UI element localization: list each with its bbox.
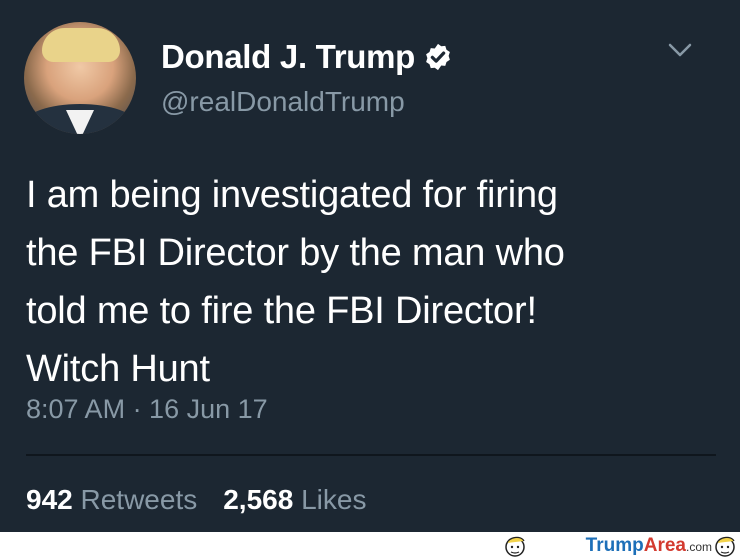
name-row: Donald J. Trump <box>161 38 453 76</box>
tweet-text-line: I am being investigated for firing <box>26 174 558 216</box>
likes-stat[interactable]: 2,568 Likes <box>223 484 366 515</box>
retweets-stat[interactable]: 942 Retweets <box>26 484 197 515</box>
tweet-timestamp[interactable]: 8:07 AM · 16 Jun 17 <box>26 394 268 425</box>
watermark-logo: Trump Area .com <box>586 535 712 557</box>
tweet-text-line: the FBI Director by the man who <box>26 232 565 274</box>
likes-label: Likes <box>301 484 367 515</box>
retweets-label: Retweets <box>80 484 198 515</box>
display-name[interactable]: Donald J. Trump <box>161 38 415 76</box>
engagement-stats: 942 Retweets 2,568 Likes <box>26 484 366 516</box>
verified-badge-icon <box>426 43 450 71</box>
watermark-part3: .com <box>685 540 712 554</box>
tweet-card: Donald J. Trump @realDonaldTrump I am be… <box>0 0 740 532</box>
retweets-count: 942 <box>26 484 73 515</box>
tweet-text: I am being investigated for firing the F… <box>26 166 716 398</box>
watermark-part1: Trump <box>585 535 644 556</box>
mascot-icon <box>505 536 525 557</box>
divider <box>26 454 716 456</box>
tweet-text-line: Witch Hunt <box>26 348 210 390</box>
watermark-part2: Area <box>643 535 686 556</box>
user-handle[interactable]: @realDonaldTrump <box>161 86 405 118</box>
mascot-icon <box>715 536 735 557</box>
likes-count: 2,568 <box>223 484 294 515</box>
watermark-bar: Trump Area .com <box>0 532 740 559</box>
avatar-hair <box>42 28 120 62</box>
avatar[interactable] <box>24 22 136 134</box>
tweet-text-line: told me to fire the FBI Director! <box>26 290 537 332</box>
chevron-down-icon[interactable] <box>666 40 694 60</box>
